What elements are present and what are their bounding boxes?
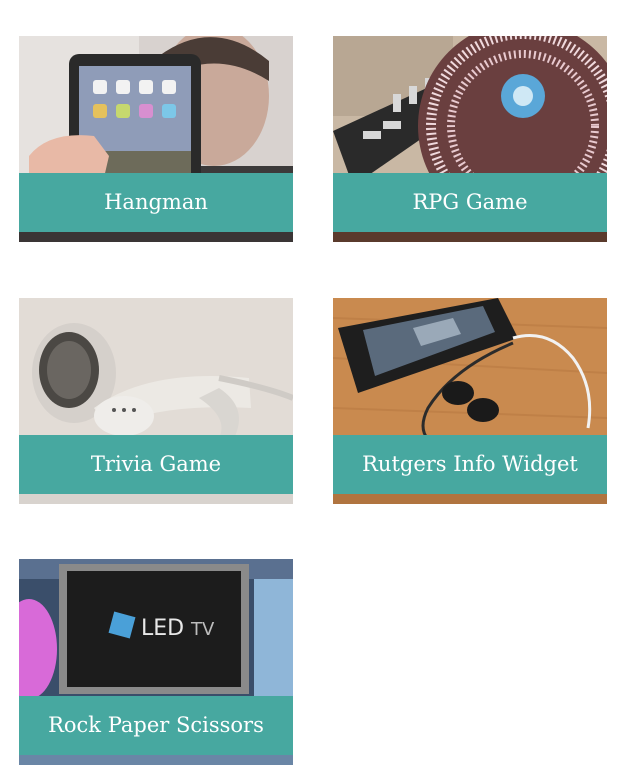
project-tile-rpg-game[interactable]: RPG Game	[333, 36, 607, 242]
project-tile-rutgers-info-widget[interactable]: Rutgers Info Widget	[333, 298, 607, 504]
svg-text:LED: LED	[141, 616, 184, 641]
project-tile-trivia-game[interactable]: Trivia Game	[19, 298, 293, 504]
project-tile-rock-paper-scissors[interactable]: LED TV Rock Paper Scissors	[19, 559, 293, 765]
project-tile-hangman[interactable]: Hangman	[19, 36, 293, 242]
project-title: Trivia Game	[19, 435, 293, 494]
project-title: Rutgers Info Widget	[333, 435, 607, 494]
project-title: RPG Game	[333, 173, 607, 232]
project-title: Rock Paper Scissors	[19, 696, 293, 755]
project-title: Hangman	[19, 173, 293, 232]
svg-text:TV: TV	[190, 619, 215, 640]
